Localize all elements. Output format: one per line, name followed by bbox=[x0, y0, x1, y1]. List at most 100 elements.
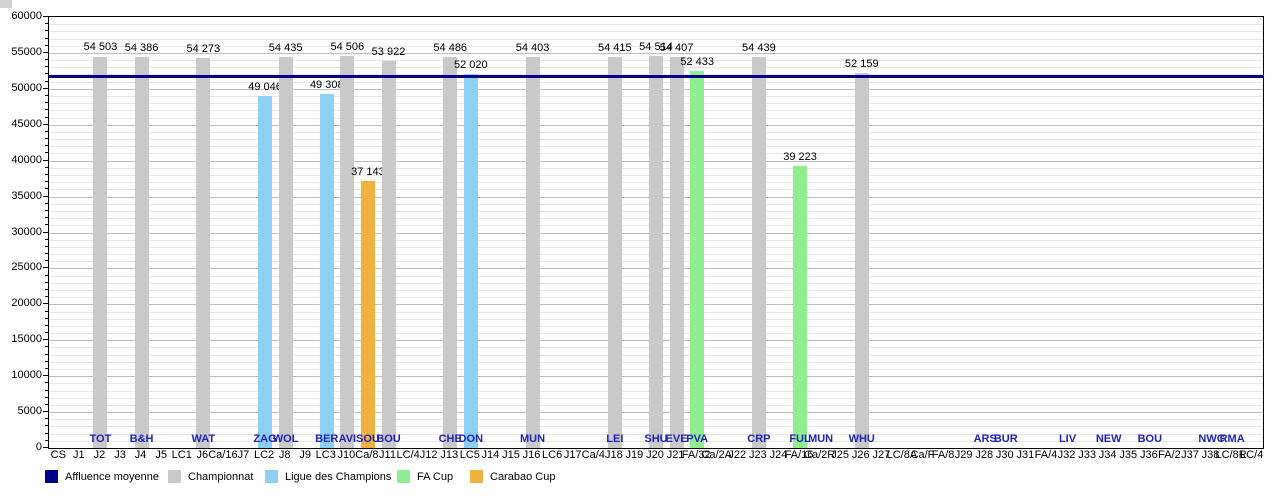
x-axis-tick-label: J11 bbox=[379, 449, 396, 461]
bar bbox=[443, 57, 457, 448]
y-axis-tick bbox=[43, 88, 48, 89]
x-axis-tick-label: LC6 bbox=[542, 449, 562, 461]
y-axis-tick bbox=[45, 203, 48, 204]
x-axis-tick-label: Ca/16 bbox=[208, 449, 237, 461]
y-axis-tick bbox=[43, 196, 48, 197]
team-label: WOL bbox=[273, 433, 299, 445]
y-axis-tick bbox=[45, 73, 48, 74]
bar-value-label: 49 308 bbox=[310, 79, 344, 91]
bar bbox=[320, 94, 334, 448]
bar bbox=[361, 181, 375, 448]
y-axis-tick-label: 50000 bbox=[11, 82, 42, 94]
y-axis-tick bbox=[45, 404, 48, 405]
y-axis-tick bbox=[45, 382, 48, 383]
legend-label: Carabao Cup bbox=[490, 471, 555, 483]
x-axis-tick-label: J17 bbox=[564, 449, 582, 461]
y-axis-tick bbox=[45, 30, 48, 31]
x-axis-tick-label: J37 bbox=[1181, 449, 1199, 461]
bar bbox=[279, 57, 293, 448]
y-axis-tick bbox=[45, 95, 48, 96]
y-axis-tick bbox=[45, 325, 48, 326]
bar bbox=[793, 166, 807, 448]
bar-value-label: 54 415 bbox=[598, 42, 632, 54]
x-axis-tick-label: Ca/4 bbox=[582, 449, 605, 461]
bar-value-label: 54 506 bbox=[331, 41, 365, 53]
bar-value-label: 39 223 bbox=[783, 151, 817, 163]
x-axis-tick-label: J36 bbox=[1140, 449, 1158, 461]
x-axis-tick-label: LC3 bbox=[316, 449, 336, 461]
y-axis-tick bbox=[45, 152, 48, 153]
legend-swatch bbox=[470, 470, 483, 483]
y-axis-tick bbox=[45, 368, 48, 369]
x-axis-tick-label: Ca/2A bbox=[701, 449, 732, 461]
legend: Affluence moyenneChampionnatLigue des Ch… bbox=[0, 470, 1285, 492]
y-axis-tick bbox=[45, 138, 48, 139]
y-axis-tick bbox=[45, 253, 48, 254]
gridline bbox=[49, 24, 1263, 25]
bar bbox=[649, 56, 663, 448]
x-axis-tick-label: J34 bbox=[1099, 449, 1117, 461]
x-axis-tick-label: J7 bbox=[238, 449, 250, 461]
y-axis-tick bbox=[45, 311, 48, 312]
x-axis-tick-label: J3 bbox=[114, 449, 126, 461]
y-axis-tick bbox=[45, 260, 48, 261]
y-axis-tick bbox=[45, 38, 48, 39]
bar bbox=[855, 73, 869, 448]
team-label: NEW bbox=[1096, 433, 1122, 445]
y-axis-tick bbox=[45, 440, 48, 441]
y-axis-tick-label: 20000 bbox=[11, 297, 42, 309]
bar bbox=[608, 57, 622, 448]
average-line bbox=[49, 75, 1263, 78]
bar-value-label: 54 403 bbox=[516, 42, 550, 54]
team-label: MUN bbox=[520, 433, 545, 445]
legend-swatch bbox=[45, 470, 58, 483]
team-label: LIV bbox=[1059, 433, 1076, 445]
legend-swatch bbox=[265, 470, 278, 483]
x-axis-tick-label: LC/4 bbox=[396, 449, 419, 461]
y-axis-tick bbox=[45, 109, 48, 110]
team-label: LEI bbox=[606, 433, 623, 445]
x-axis-tick-label: J30 bbox=[996, 449, 1014, 461]
y-axis-tick bbox=[43, 160, 48, 161]
corner-artifact bbox=[0, 0, 12, 8]
y-axis-tick-label: 0 bbox=[36, 441, 42, 453]
bar-value-label: 49 046 bbox=[248, 81, 282, 93]
y-axis-tick bbox=[45, 289, 48, 290]
y-axis-tick bbox=[45, 275, 48, 276]
bar bbox=[196, 58, 210, 448]
legend-item: FA Cup bbox=[397, 470, 453, 483]
y-axis-tick bbox=[45, 188, 48, 189]
team-label: WAT bbox=[192, 433, 216, 445]
x-axis-tick-label: J23 bbox=[749, 449, 767, 461]
y-axis-tick bbox=[43, 124, 48, 125]
team-label: BOU bbox=[1138, 433, 1162, 445]
y-axis-tick bbox=[45, 59, 48, 60]
x-axis-tick-label: J20 bbox=[646, 449, 664, 461]
legend-item: Carabao Cup bbox=[470, 470, 555, 483]
x-axis-tick-label: J32 bbox=[1058, 449, 1076, 461]
x-axis-tick-label: J18 bbox=[605, 449, 623, 461]
x-axis-tick-label: J10 bbox=[337, 449, 355, 461]
bar-value-label: 54 486 bbox=[433, 42, 467, 54]
team-label: SHU bbox=[644, 433, 667, 445]
y-axis-tick bbox=[43, 375, 48, 376]
y-axis-tick bbox=[43, 303, 48, 304]
team-label: DON bbox=[459, 433, 483, 445]
y-axis-tick-label: 30000 bbox=[11, 226, 42, 238]
gridline bbox=[49, 31, 1263, 32]
y-axis-tick bbox=[45, 117, 48, 118]
y-axis-tick bbox=[45, 246, 48, 247]
x-axis-tick-label: FA/4 bbox=[1035, 449, 1058, 461]
y-axis-tick bbox=[45, 397, 48, 398]
y-axis-tick bbox=[45, 45, 48, 46]
x-axis-tick-label: J28 bbox=[975, 449, 993, 461]
y-axis-tick bbox=[45, 174, 48, 175]
bar bbox=[382, 61, 396, 448]
y-axis-tick bbox=[43, 232, 48, 233]
team-label: RMA bbox=[1220, 433, 1245, 445]
bar-value-label: 54 386 bbox=[125, 42, 159, 54]
legend-label: Ligue des Champions bbox=[285, 471, 391, 483]
y-axis-tick bbox=[43, 16, 48, 17]
x-axis-tick-label: J22 bbox=[728, 449, 746, 461]
y-axis-tick-label: 45000 bbox=[11, 118, 42, 130]
